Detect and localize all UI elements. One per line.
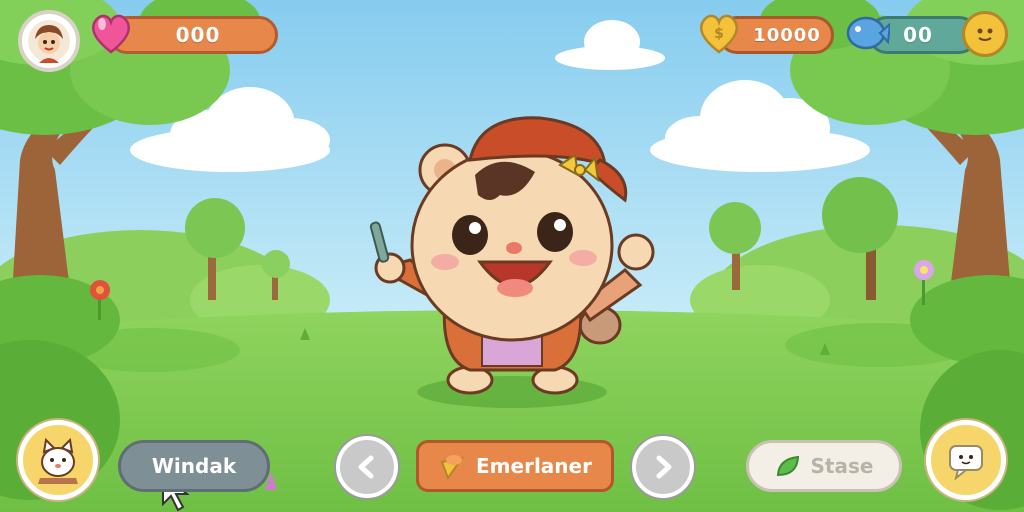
coin-icon: $ <box>700 14 738 54</box>
chat-button[interactable] <box>926 420 1006 500</box>
cat-icon <box>38 437 78 484</box>
next-button[interactable] <box>632 436 694 498</box>
prev-button[interactable] <box>336 436 398 498</box>
svg-text:$: $ <box>714 26 724 42</box>
stase-label: Stase <box>810 454 874 478</box>
windak-button[interactable]: Windak <box>118 440 270 492</box>
emerlaner-button[interactable]: Emerlaner <box>416 440 614 492</box>
pet-button[interactable] <box>18 420 98 500</box>
smiley-button[interactable] <box>962 11 1008 57</box>
stase-button[interactable]: Stase <box>746 440 902 492</box>
leaf-icon <box>776 455 799 477</box>
heart-icon <box>92 14 130 54</box>
smiley-icon <box>977 28 993 41</box>
hearts-value: 000 <box>175 23 221 47</box>
character-shadow <box>417 376 607 408</box>
chat-icon <box>949 445 983 480</box>
emerlaner-label: Emerlaner <box>476 454 592 478</box>
chevron-right-icon <box>656 455 672 479</box>
fish-value: 00 <box>903 23 933 47</box>
coins-value: 10000 <box>753 24 821 46</box>
ice-cream-icon <box>440 455 465 480</box>
fish-icon <box>846 16 890 50</box>
avatar-button[interactable] <box>18 10 80 72</box>
chevron-left-icon <box>358 455 374 479</box>
avatar-icon <box>28 20 70 63</box>
game-scene <box>0 0 1024 512</box>
windak-label: Windak <box>151 454 237 478</box>
